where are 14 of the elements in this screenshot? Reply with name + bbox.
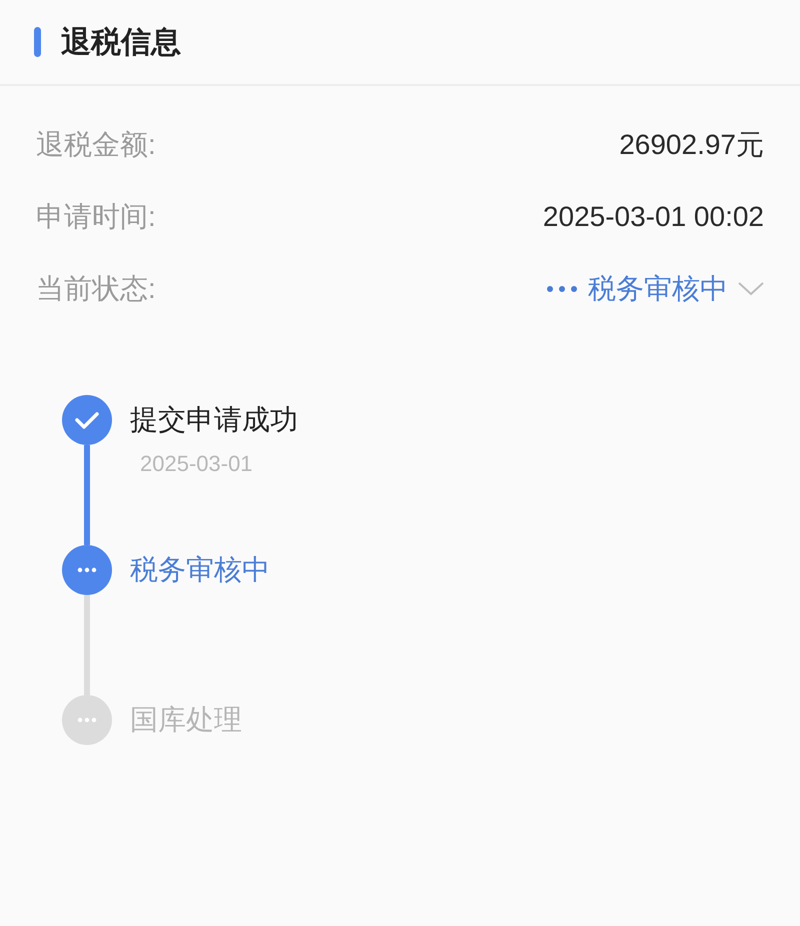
chevron-down-icon[interactable] [738, 282, 764, 296]
step-date: 2025-03-01 [140, 451, 254, 477]
field-value: 26902.97元 [619, 128, 764, 162]
status-value[interactable]: 税务审核中 [588, 270, 728, 308]
accent-bar [34, 27, 41, 57]
step-title: 税务审核中 [130, 553, 270, 587]
field-label: 退税金额: [36, 128, 156, 162]
dots-icon [546, 285, 578, 293]
field-label: 当前状态: [36, 272, 156, 306]
section-title: 退税信息 [61, 24, 181, 60]
step-title: 国库处理 [130, 703, 242, 737]
step-title: 提交申请成功 [130, 403, 298, 437]
field-label: 申请时间: [36, 200, 156, 234]
field-value: 2025-03-01 00:02 [542, 201, 764, 233]
